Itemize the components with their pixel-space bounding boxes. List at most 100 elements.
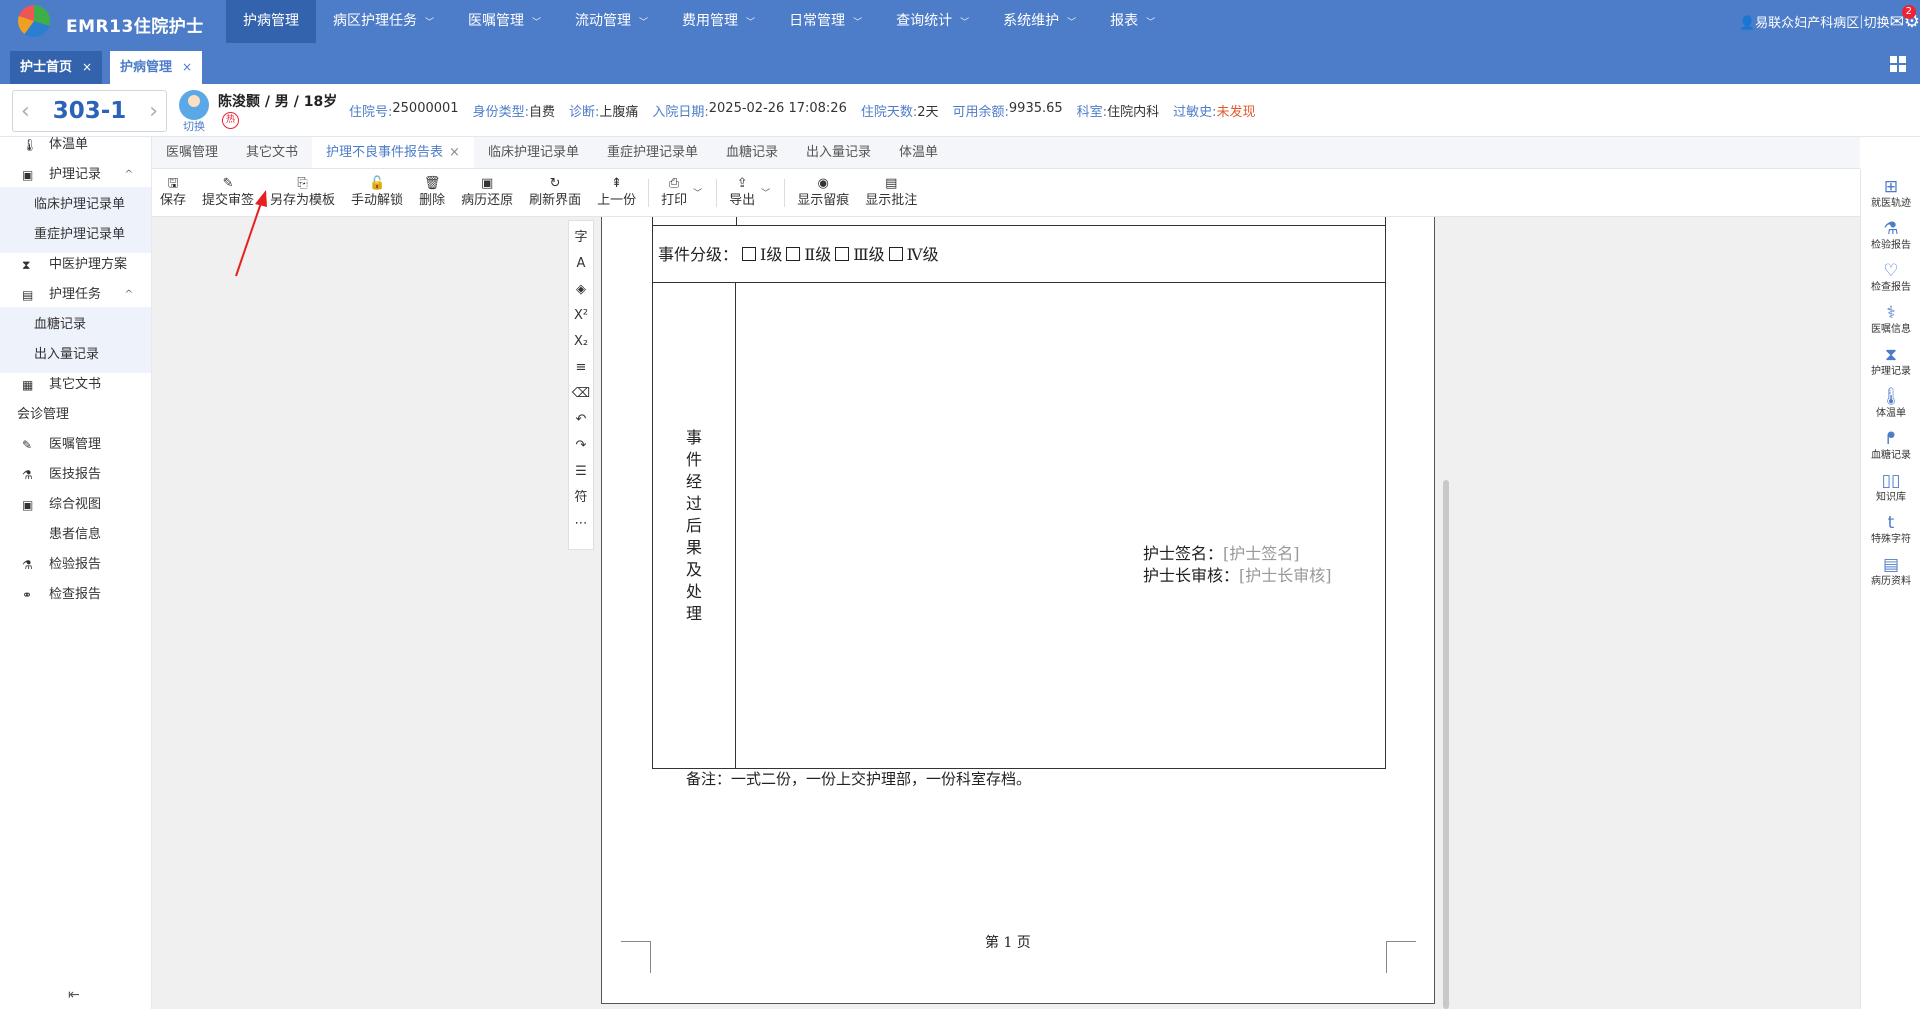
right-tool-3[interactable]: ⚕ 医嘱信息 — [1861, 303, 1920, 337]
format-tool-7-icon[interactable]: ↶ — [576, 407, 587, 433]
divider — [648, 178, 650, 207]
head-nurse-review-line: 护士长审核：[护士长审核] — [1143, 562, 1332, 586]
grade-1-checkbox[interactable] — [742, 247, 757, 261]
format-tool-8-icon[interactable]: ↷ — [576, 433, 587, 459]
right-tool-7[interactable]: ▯▯ 知识库 — [1861, 471, 1920, 505]
doc-tab-2[interactable]: 护理不良事件报告表 × — [312, 137, 474, 168]
format-tool-11-icon[interactable]: ⋯ — [575, 511, 588, 537]
doc-tab-0[interactable]: 医嘱管理 — [152, 137, 232, 168]
nav-item-5[interactable]: 日常管理 ﹀ — [772, 0, 879, 43]
right-tool-2[interactable]: ♡ 检查报告 — [1861, 261, 1920, 295]
prev-document-button[interactable]: ⇞ 上一份 — [589, 175, 644, 210]
nav-item-label: 日常管理 — [789, 13, 846, 29]
doc-tab-1[interactable]: 其它文书 — [232, 137, 312, 168]
right-tool-label: 特殊字符 — [1871, 534, 1911, 545]
unlock-icon: 🔓 — [368, 176, 386, 191]
close-icon[interactable]: × — [82, 60, 92, 74]
head-nurse-review-field[interactable]: [护士长审核] — [1239, 566, 1332, 585]
nav-item-2[interactable]: 医嘱管理 ﹀ — [451, 0, 558, 43]
delete-label: 删除 — [419, 193, 446, 208]
apps-grid-icon[interactable] — [1890, 56, 1906, 72]
right-tool-9[interactable]: ▤ 病历资料 — [1861, 555, 1920, 589]
right-tool-label: 护理记录 — [1871, 366, 1911, 377]
switch-ward-link[interactable]: 切换 — [1864, 12, 1890, 31]
chevron-down-icon: ﹀ — [960, 18, 970, 28]
vertical-scrollbar[interactable] — [1443, 480, 1449, 1009]
format-tool-9-icon[interactable]: ☰ — [575, 459, 587, 485]
trash-icon: 🗑 — [423, 176, 441, 191]
chevron-down-icon[interactable]: ﹀ — [693, 186, 702, 199]
print-button[interactable]: ⎙ 打印 — [653, 175, 695, 210]
refresh-label: 刷新界面 — [529, 193, 582, 208]
nav-item-7[interactable]: 系统维护 ﹀ — [986, 0, 1093, 43]
patient-info-bar: ‹ 303-1 › 切换 热 陈浚颢 / 男 / 18岁 住院号: 2500000… — [0, 84, 1920, 137]
nav-item-8[interactable]: 报表 ﹀ — [1093, 0, 1172, 43]
format-tool-10-icon[interactable]: 符 — [574, 485, 587, 511]
nav-item-1[interactable]: 病区护理任务 ﹀ — [316, 0, 451, 43]
document-tabs: 医嘱管理 其它文书 护理不良事件报告表 × 临床护理记录单 重症护理记录单 血糖记录 出入量记… — [152, 137, 1860, 169]
close-icon[interactable]: × — [449, 145, 460, 160]
restore-label: 病历还原 — [461, 193, 514, 208]
refresh-button[interactable]: ↻ 刷新界面 — [521, 175, 589, 210]
doc-tab-3[interactable]: 临床护理记录单 — [474, 137, 593, 168]
app-title: EMR13住院护士 — [66, 17, 204, 37]
user-name[interactable]: 👤易联众 — [1739, 12, 1794, 31]
grade-3-label: Ⅲ级 — [853, 245, 885, 264]
patient-field-value: 自费 — [528, 105, 555, 120]
doc-tab-5[interactable]: 血糖记录 — [712, 137, 792, 168]
export-button[interactable]: ⇪ 导出 — [721, 175, 763, 210]
nav-item-3[interactable]: 流动管理 ﹀ — [558, 0, 665, 43]
chevron-right-icon[interactable]: › — [149, 99, 158, 124]
nav-item-4[interactable]: 费用管理 ﹀ — [665, 0, 772, 43]
format-tool-5-icon[interactable]: ≡ — [576, 355, 587, 381]
mail-icon[interactable]: ✉ 2 — [1890, 4, 1916, 32]
save-template-button[interactable]: ⎘ 另存为模板 — [262, 175, 343, 210]
patient-field-key: 住院号: — [349, 105, 393, 120]
grade-3-checkbox[interactable] — [835, 247, 850, 261]
right-tool-5[interactable]: 🌡 体温单 — [1861, 387, 1920, 421]
format-tool-1-icon[interactable]: A — [577, 251, 586, 277]
tab-ward-management[interactable]: 护病管理 × — [110, 51, 203, 84]
doc-tab-7[interactable]: 体温单 — [885, 137, 952, 168]
nav-item-6[interactable]: 查询统计 ﹀ — [879, 0, 986, 43]
chevron-down-icon[interactable]: ﹀ — [761, 186, 770, 199]
format-tool-6-icon[interactable]: ⌫ — [572, 381, 590, 407]
right-tool-label: 体温单 — [1876, 408, 1906, 419]
nav-item-label: 流动管理 — [575, 13, 632, 29]
switch-patient-link[interactable]: 切换 — [183, 118, 205, 134]
nav-item-label: 护病管理 — [243, 13, 299, 29]
grade-1-label: Ⅰ级 — [760, 245, 783, 264]
tab-nurse-home[interactable]: 护士首页 × — [10, 51, 103, 84]
unlock-button[interactable]: 🔓 手动解锁 — [343, 175, 411, 210]
doc-tab-6[interactable]: 出入量记录 — [792, 137, 885, 168]
chevron-left-icon[interactable]: ‹ — [21, 99, 30, 124]
format-tool-4-icon[interactable]: X₂ — [574, 329, 588, 355]
sidebar-item-15[interactable]: ⚭ 检查报告 — [0, 577, 151, 613]
format-tool-2-icon[interactable]: ◈ — [576, 277, 586, 303]
nurse-signature-field[interactable]: [护士签名] — [1223, 544, 1300, 563]
grade-2-checkbox[interactable] — [786, 247, 801, 261]
show-comments-button[interactable]: ▤ 显示批注 — [857, 175, 925, 210]
delete-button[interactable]: 🗑 删除 — [411, 175, 453, 210]
right-tool-0[interactable]: ⊞ 就医轨迹 — [1861, 177, 1920, 211]
show-marks-button[interactable]: ◉ 显示留痕 — [789, 175, 857, 210]
close-icon[interactable]: × — [182, 60, 192, 74]
right-tool-8[interactable]: t 特殊字符 — [1861, 513, 1920, 547]
template-icon: ⎘ — [297, 176, 308, 191]
collapse-sidebar-icon[interactable]: ⇤ — [68, 987, 80, 1003]
nav-item-0[interactable]: 护病管理 — [226, 0, 316, 43]
flask-icon: ⚗ — [1883, 219, 1899, 239]
nav-item-label: 费用管理 — [682, 13, 739, 29]
right-tool-1[interactable]: ⚗ 检验报告 — [1861, 219, 1920, 253]
right-tool-6[interactable]: ᖰ 血糖记录 — [1861, 429, 1920, 463]
restore-button[interactable]: ▣ 病历还原 — [453, 175, 521, 210]
heart-icon: ♡ — [1883, 261, 1899, 281]
file-up-icon: ⇞ — [611, 176, 623, 191]
format-tool-3-icon[interactable]: X² — [574, 303, 588, 329]
prev-label: 上一份 — [597, 193, 637, 208]
doc-tab-4[interactable]: 重症护理记录单 — [593, 137, 712, 168]
grade-4-checkbox[interactable] — [888, 247, 903, 261]
right-tool-4[interactable]: ⧗ 护理记录 — [1861, 345, 1920, 379]
format-tool-0-icon[interactable]: 字 — [574, 225, 587, 251]
save-button[interactable]: 🖫 保存 — [152, 175, 194, 210]
